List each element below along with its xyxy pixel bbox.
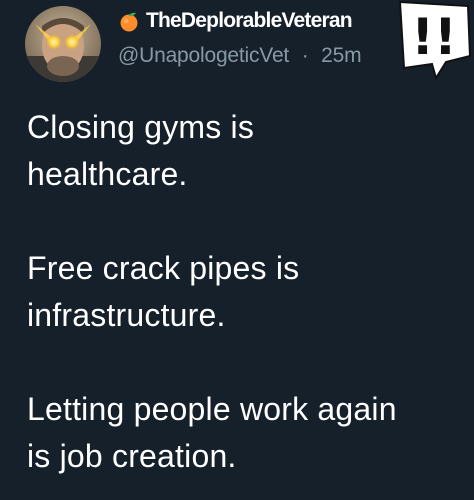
author-meta-row: @UnapologeticVet · 25m bbox=[118, 44, 362, 68]
double-exclamation-icon: !! bbox=[386, 0, 474, 81]
tweet-timestamp[interactable]: 25m bbox=[321, 44, 361, 68]
tweet-paragraph-3: Letting people work again is job creatio… bbox=[27, 391, 397, 474]
tweet-paragraph-2: Free crack pipes is infrastructure. bbox=[27, 250, 300, 333]
tweet-paragraph-1: Closing gyms is healthcare. bbox=[27, 109, 255, 192]
profile-photo-icon bbox=[25, 6, 101, 82]
tweet-card[interactable]: TheDeplorableVeteran @UnapologeticVet · … bbox=[0, 0, 474, 500]
avatar[interactable] bbox=[25, 6, 101, 82]
author-display-name[interactable]: TheDeplorableVeteran bbox=[146, 9, 353, 33]
author-handle[interactable]: @UnapologeticVet bbox=[118, 44, 289, 68]
badge-text: !! bbox=[411, 8, 457, 66]
tweet-body: Closing gyms is healthcare. Free crack p… bbox=[27, 104, 467, 480]
author-name-row[interactable]: TheDeplorableVeteran bbox=[118, 9, 353, 33]
meta-separator: · bbox=[301, 44, 309, 67]
peach-emoji-icon bbox=[118, 10, 140, 32]
